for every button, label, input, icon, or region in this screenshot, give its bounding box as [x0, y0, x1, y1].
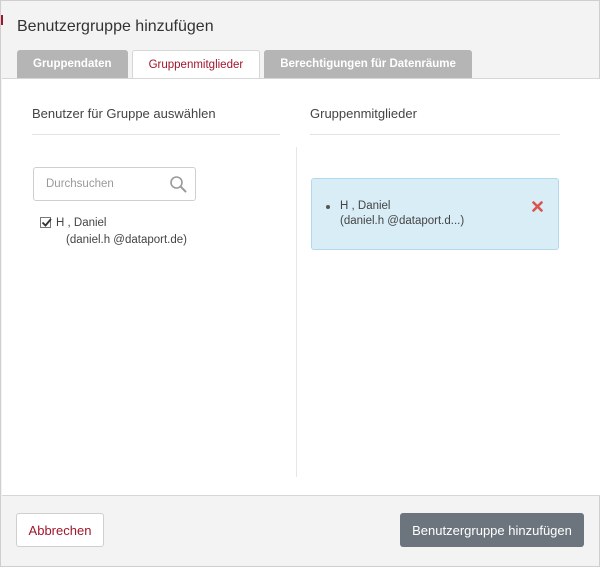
add-user-group-button[interactable]: Benutzergruppe hinzufügen [400, 513, 584, 547]
remove-member-icon[interactable] [532, 201, 543, 212]
group-members-panel: Gruppenmitglieder H , Daniel (daniel.h @… [310, 106, 560, 250]
user-selection-panel: Benutzer für Gruppe auswählen H , Daniel [32, 106, 280, 246]
member-name: H , Daniel [340, 200, 391, 212]
bullet-icon [326, 205, 330, 209]
add-user-group-dialog: Benutzergruppe hinzufügen Gruppendaten G… [0, 0, 600, 567]
edge-marker [1, 15, 3, 25]
column-divider [296, 147, 297, 477]
member-list: H , Daniel (daniel.h @dataport.d...) [311, 178, 559, 250]
user-selection-header: Benutzer für Gruppe auswählen [32, 106, 280, 135]
search-icon[interactable] [169, 175, 187, 193]
tab-bar: Gruppendaten Gruppenmitglieder Berechtig… [17, 50, 472, 79]
tab-content: Benutzer für Gruppe auswählen H , Daniel [2, 78, 600, 496]
search-input[interactable] [34, 168, 164, 200]
group-members-header: Gruppenmitglieder [310, 106, 560, 135]
member-email: (daniel.h @dataport.d...) [340, 215, 465, 227]
dialog-footer: Abbrechen Benutzergruppe hinzufügen [1, 497, 599, 567]
user-checkbox[interactable] [40, 217, 52, 228]
check-icon [41, 218, 52, 227]
tab-gruppendaten[interactable]: Gruppendaten [17, 50, 128, 78]
list-item[interactable]: H , Daniel (daniel.h @dataport.de) [40, 215, 187, 249]
user-name: H , Daniel [56, 217, 107, 229]
tab-berechtigungen[interactable]: Berechtigungen für Datenräume [264, 50, 472, 78]
user-email: (daniel.h @dataport.de) [66, 234, 187, 246]
list-item: H , Daniel (daniel.h @dataport.d...) [326, 199, 464, 229]
dialog-title: Benutzergruppe hinzufügen [17, 18, 214, 35]
user-search [33, 167, 196, 201]
tab-gruppenmitglieder[interactable]: Gruppenmitglieder [131, 50, 261, 79]
cancel-button[interactable]: Abbrechen [16, 513, 104, 547]
